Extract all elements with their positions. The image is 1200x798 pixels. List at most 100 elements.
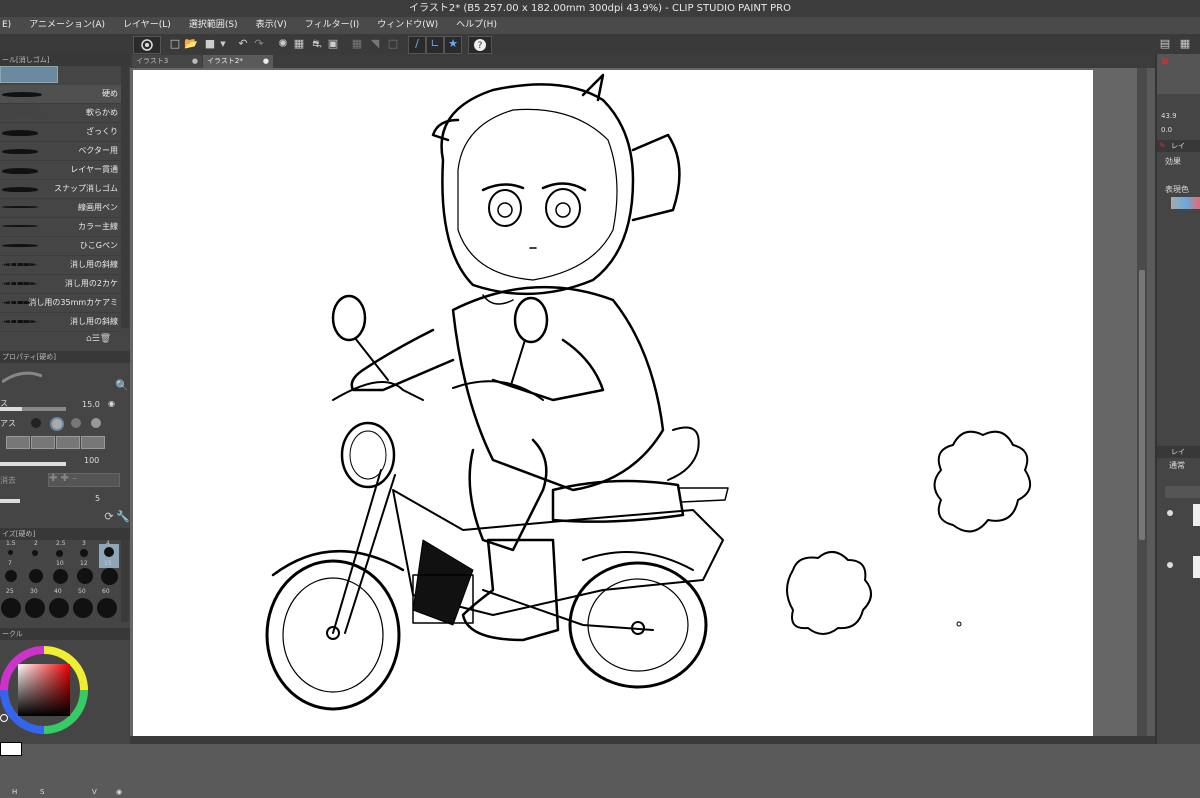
close-icon: ● <box>262 57 269 65</box>
aa-weak-option[interactable] <box>50 417 64 431</box>
layer-property-tab[interactable]: ✎ レイ <box>1157 140 1200 152</box>
redo-icon[interactable]: ↷ <box>252 37 266 51</box>
size-preset-dot[interactable] <box>25 598 45 618</box>
size-pressure-icon[interactable]: ◉ <box>108 399 115 408</box>
color-wheel-icon[interactable]: ◉ <box>116 788 122 796</box>
blend-mode-value[interactable]: 通常 <box>1169 460 1185 471</box>
color-picker-cursor[interactable] <box>0 714 8 722</box>
brush-item[interactable]: ざっくり <box>0 123 121 142</box>
snap-special-ruler-button[interactable]: ∟ <box>426 36 444 54</box>
display-color-selector[interactable] <box>1171 197 1200 209</box>
open-folder-icon[interactable]: 📂 <box>184 37 198 51</box>
tab-illust3[interactable]: イラスト3 ● <box>132 55 202 68</box>
delete-icon[interactable]: 🗑 <box>100 334 111 344</box>
panel-layout-icon[interactable]: ▦ <box>1178 37 1192 51</box>
size-preset-dot[interactable] <box>80 549 88 557</box>
layer-thumbnail[interactable] <box>1193 556 1200 578</box>
brush-shape-swatch[interactable] <box>56 436 80 449</box>
density-slider[interactable] <box>0 499 20 503</box>
brush-item[interactable]: 消し用の斜線 <box>0 256 121 275</box>
reset-icon[interactable]: ⟳ <box>102 510 116 524</box>
tab-illust2[interactable]: イラスト2* ● <box>203 55 273 68</box>
brush-item[interactable]: スナップ消しゴム <box>0 180 121 199</box>
brush-item[interactable]: ベクター用 <box>0 142 121 161</box>
density-value: 5 <box>95 494 101 503</box>
size-preset-dot[interactable] <box>97 598 117 618</box>
layer-mask-icon[interactable]: □ <box>386 37 400 51</box>
clip-studio-logo-button[interactable] <box>133 36 161 54</box>
size-slider[interactable] <box>0 407 66 411</box>
layer-visibility-eye-icon[interactable] <box>1167 562 1173 568</box>
navigator-tab-icon[interactable]: ▦ <box>1158 54 1172 68</box>
opacity-slider[interactable] <box>0 462 66 466</box>
selection-clear-icon[interactable]: ✺ <box>276 37 290 51</box>
brush-item[interactable]: 軟らかめ <box>0 104 121 123</box>
size-preset-dot[interactable] <box>5 570 17 582</box>
brush-preview-stroke <box>1 366 43 388</box>
layer-visibility-eye-icon[interactable] <box>1167 510 1173 516</box>
menu-edit[interactable]: E) <box>0 17 20 34</box>
new-file-icon[interactable]: □ <box>168 37 182 51</box>
color-wheel[interactable] <box>0 640 96 771</box>
draft-layer-icon[interactable]: ▦ <box>350 37 364 51</box>
size-preset-dot[interactable] <box>101 568 118 585</box>
menu-window[interactable]: ウィンドウ(W) <box>368 17 447 34</box>
size-preset-dot[interactable] <box>56 550 63 557</box>
settings-icon[interactable]: ☰ <box>92 334 100 344</box>
brush-item[interactable]: 線画用ペン <box>0 199 121 218</box>
menu-help[interactable]: ヘルプ(H) <box>447 17 506 34</box>
magnify-icon[interactable]: 🔍 <box>115 379 129 393</box>
brush-item[interactable]: 硬め <box>0 85 121 104</box>
snap-grid-icon: ★ <box>448 37 458 50</box>
menu-view[interactable]: 表示(V) <box>247 17 296 34</box>
eraser-tool-group-tab[interactable] <box>0 66 58 83</box>
layer-actions[interactable] <box>1165 486 1200 498</box>
size-preset-dot[interactable] <box>77 568 93 584</box>
help-button[interactable]: ? <box>468 36 492 54</box>
drawing-canvas[interactable] <box>133 70 1093 736</box>
snap-ruler-button[interactable]: ∕ <box>408 36 426 54</box>
transform-icon[interactable]: ▣ <box>326 37 340 51</box>
erase-mode-buttons[interactable]: ✚ ✚ – <box>48 473 120 487</box>
size-preset-dot[interactable] <box>1 598 21 618</box>
aa-medium-option[interactable] <box>71 418 81 428</box>
size-preset-dot[interactable] <box>53 569 68 584</box>
selection-invert-icon[interactable]: ▦ <box>292 37 306 51</box>
brush-shape-swatch[interactable] <box>6 436 30 449</box>
size-preset-dot[interactable] <box>104 547 114 557</box>
brush-item[interactable]: 消し用の2カケ <box>0 275 121 294</box>
brush-shape-swatch[interactable] <box>81 436 105 449</box>
save-dropdown-icon[interactable]: ▼ <box>216 37 230 51</box>
layer-panel-tab[interactable]: レイ <box>1157 446 1200 458</box>
size-preset-dot[interactable] <box>8 550 13 555</box>
brush-item[interactable]: 消し用の35mmカケアミ <box>0 294 121 313</box>
menu-selection[interactable]: 選択範囲(S) <box>180 17 247 34</box>
menu-layer[interactable]: レイヤー(L) <box>114 17 180 34</box>
brush-list-scrollbar[interactable] <box>121 66 129 328</box>
brush-item[interactable]: カラー主線 <box>0 218 121 237</box>
main-color-swatch[interactable] <box>0 742 22 756</box>
brush-item[interactable]: 消し用の斜線 <box>0 313 121 332</box>
aa-strong-option[interactable] <box>91 418 101 428</box>
wrench-icon[interactable]: 🔧 <box>116 510 130 524</box>
canvas-scrollbar-thumb[interactable] <box>1139 270 1145 540</box>
ruler-icon[interactable]: ◥ <box>368 37 382 51</box>
size-preset-dot[interactable] <box>49 598 69 618</box>
size-preset-dot[interactable] <box>32 550 38 556</box>
undo-icon[interactable]: ↶ <box>236 37 250 51</box>
menu-filter[interactable]: フィルター(I) <box>296 17 369 34</box>
layer-thumbnail[interactable] <box>1193 504 1200 526</box>
menu-animation[interactable]: アニメーション(A) <box>20 17 114 34</box>
brush-item[interactable]: レイヤー貫通 <box>0 161 121 180</box>
brush-item[interactable]: ひこGペン <box>0 237 121 256</box>
snap-grid-button[interactable]: ★ <box>444 36 462 54</box>
rotation-value: 0.0 <box>1161 126 1173 134</box>
size-palette-scrollbar[interactable] <box>121 540 129 622</box>
brush-shape-swatch[interactable] <box>31 436 55 449</box>
aa-none-option[interactable] <box>31 418 41 428</box>
fill-bucket-icon[interactable]: ⛐ <box>310 37 324 51</box>
size-preset-dot[interactable] <box>73 598 93 618</box>
save-icon[interactable]: ■ <box>203 37 217 51</box>
panel-toggle-icon[interactable]: ▤ <box>1158 37 1172 51</box>
size-preset-dot[interactable] <box>29 569 43 583</box>
